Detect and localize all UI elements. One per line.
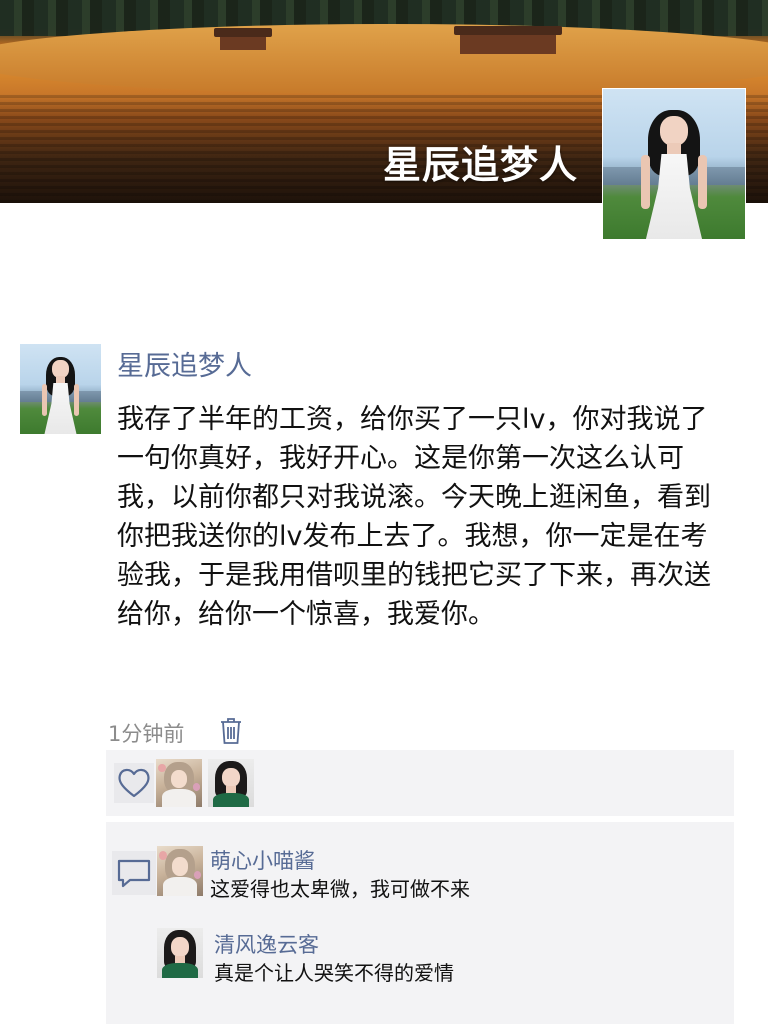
cover-cabin xyxy=(454,26,562,54)
heart-icon[interactable] xyxy=(114,763,154,803)
commenter-avatar[interactable] xyxy=(157,846,203,896)
post-author-name[interactable]: 星辰追梦人 xyxy=(117,344,252,383)
profile-avatar[interactable] xyxy=(602,88,746,240)
commenter-avatar[interactable] xyxy=(157,928,203,978)
comment-author[interactable]: 清风逸云客 xyxy=(214,929,319,959)
post-text: 我存了半年的工资，给你买了一只lv，你对我说了一句你真好，我好开心。这是你第一次… xyxy=(117,404,711,630)
like-user-avatar[interactable] xyxy=(208,759,254,807)
comment-author[interactable]: 萌心小喵酱 xyxy=(210,845,315,875)
profile-nickname: 星辰追梦人 xyxy=(382,143,578,187)
post-author-avatar[interactable] xyxy=(20,344,101,434)
like-user-avatar[interactable] xyxy=(156,759,202,807)
cover-field xyxy=(0,24,768,94)
post-timestamp: 1分钟前 xyxy=(108,722,185,746)
trash-icon[interactable] xyxy=(219,717,243,745)
cover-cabin xyxy=(214,28,272,50)
comment-text[interactable]: 这爱得也太卑微，我可做不来 xyxy=(210,873,470,902)
comment-text[interactable]: 真是个让人哭笑不得的爱情 xyxy=(214,957,454,986)
comment-bubble-icon[interactable] xyxy=(112,851,156,895)
